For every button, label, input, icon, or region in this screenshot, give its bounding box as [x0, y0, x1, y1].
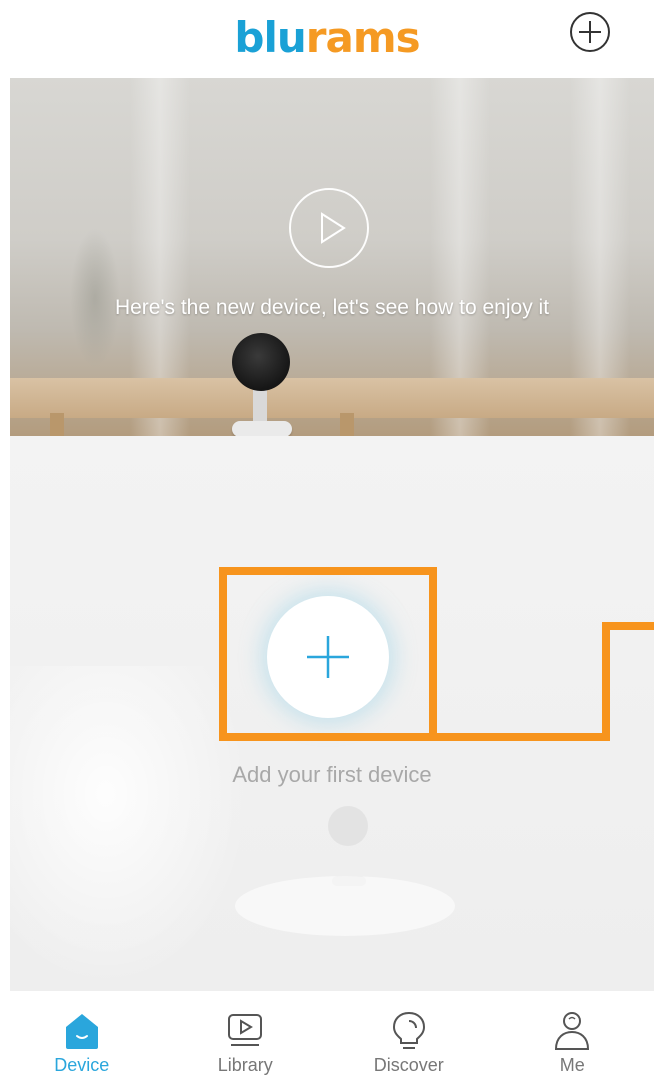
tab-label: Discover: [373, 1055, 444, 1075]
table-decoration: [10, 378, 654, 418]
add-device-label: Add your first device: [232, 762, 432, 787]
banner-caption: Here's the new device, let's see how to …: [114, 296, 550, 319]
brand-logo: blurams: [0, 8, 654, 68]
ghost-camera-decoration: [328, 806, 368, 846]
sofa-decoration: [10, 666, 250, 986]
highlight-annotation-box: [219, 567, 437, 741]
tab-device[interactable]: Device: [0, 991, 164, 1085]
tab-discover[interactable]: Discover: [327, 991, 491, 1085]
lightbulb-icon: [392, 1011, 425, 1049]
play-icon: [321, 212, 346, 244]
bottom-tab-bar: Device Library Discover Me: [0, 991, 654, 1085]
intro-video-banner[interactable]: Here's the new device, let's see how to …: [10, 78, 654, 436]
ghost-table-decoration: [235, 876, 455, 936]
camera-image: [232, 333, 290, 391]
tab-me[interactable]: Me: [491, 991, 654, 1085]
app-header: blurams: [0, 0, 654, 78]
tab-label: Library: [217, 1055, 273, 1075]
tab-label: Device: [54, 1055, 110, 1075]
tab-label: Me: [559, 1055, 585, 1075]
tab-library[interactable]: Library: [164, 991, 328, 1085]
person-icon: [555, 1012, 590, 1050]
logo-part-rams: rams: [305, 13, 421, 62]
home-icon: [65, 1014, 98, 1049]
play-button[interactable]: [289, 188, 369, 268]
camera-base: [232, 421, 292, 436]
logo-part-blu: blu: [234, 13, 306, 62]
table-leg: [340, 413, 354, 436]
video-library-icon: [228, 1014, 263, 1046]
table-leg: [50, 413, 64, 436]
plus-circle-icon: [570, 12, 610, 52]
header-add-button[interactable]: [568, 10, 612, 54]
